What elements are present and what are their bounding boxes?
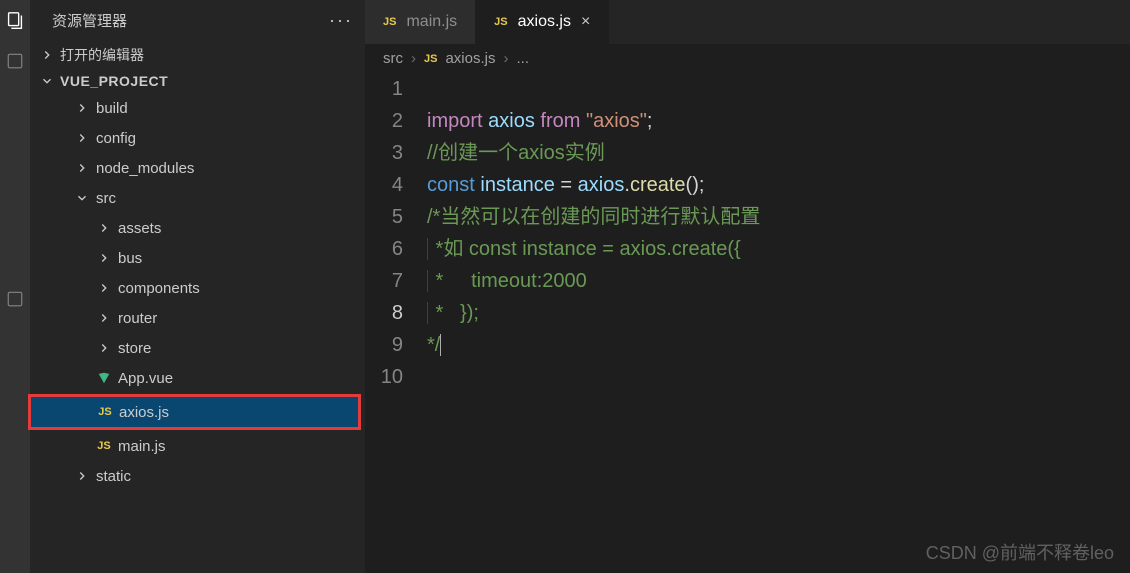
chevron-right-icon: › — [504, 50, 509, 67]
chevron-down-icon — [72, 191, 92, 205]
folder-item[interactable]: store — [30, 333, 365, 363]
folder-item[interactable]: assets — [30, 213, 365, 243]
line-number: 1 — [365, 73, 403, 105]
code-lines[interactable]: import axios from "axios"; //创建一个axios实例… — [427, 73, 1130, 457]
line-number: 8 — [365, 297, 403, 329]
code-editor[interactable]: 12345678910 import axios from "axios"; /… — [365, 73, 1130, 457]
tree-item-label: static — [96, 468, 131, 485]
line-number: 5 — [365, 201, 403, 233]
line-number: 4 — [365, 169, 403, 201]
highlight-box: JS axios.js — [28, 394, 361, 430]
chevron-right-icon — [94, 251, 114, 265]
line-number: 3 — [365, 137, 403, 169]
open-editors-label: 打开的编辑器 — [60, 45, 144, 65]
file-item[interactable]: JS axios.js — [31, 397, 358, 427]
breadcrumb-part: src — [383, 50, 403, 67]
js-icon: JS — [383, 16, 396, 28]
file-item[interactable]: App.vue — [30, 363, 365, 393]
chevron-right-icon — [72, 101, 92, 115]
tree-item-label: App.vue — [118, 370, 173, 387]
folder-item[interactable]: router — [30, 303, 365, 333]
folder-item[interactable]: config — [30, 123, 365, 153]
text-cursor — [440, 334, 447, 356]
tab-label: main.js — [406, 13, 457, 31]
folder-item[interactable]: node_modules — [30, 153, 365, 183]
close-icon[interactable]: × — [581, 13, 590, 31]
open-editors-section[interactable]: 打开的编辑器 — [30, 41, 365, 69]
activity-icon-3[interactable] — [6, 290, 24, 308]
activity-icon-2[interactable] — [6, 52, 24, 70]
sidebar-title: 资源管理器 — [52, 10, 127, 31]
project-section[interactable]: VUE_PROJECT — [30, 69, 365, 93]
folder-item[interactable]: components — [30, 273, 365, 303]
sidebar-header: 资源管理器 ··· — [30, 0, 365, 41]
folder-item[interactable]: build — [30, 93, 365, 123]
chevron-right-icon — [94, 281, 114, 295]
chevron-right-icon — [72, 131, 92, 145]
folder-item[interactable]: bus — [30, 243, 365, 273]
activity-bar — [0, 0, 30, 573]
breadcrumb[interactable]: src › JS axios.js › ... — [365, 44, 1130, 73]
line-number: 2 — [365, 105, 403, 137]
line-number: 7 — [365, 265, 403, 297]
js-icon: JS — [94, 440, 114, 452]
line-number-gutter: 12345678910 — [365, 73, 427, 457]
js-icon: JS — [494, 16, 507, 28]
more-actions-icon[interactable]: ··· — [329, 10, 353, 31]
chevron-right-icon: › — [411, 50, 416, 67]
folder-item[interactable]: src — [30, 183, 365, 213]
editor-area: JS main.js JS axios.js × src › JS axios.js ›… — [365, 0, 1130, 573]
tree-item-label: router — [118, 310, 157, 327]
tree-item-label: bus — [118, 250, 142, 267]
chevron-right-icon — [72, 469, 92, 483]
explorer-sidebar: 资源管理器 ··· 打开的编辑器 VUE_PROJECT build config… — [30, 0, 365, 573]
tree-item-label: src — [96, 190, 116, 207]
files-icon[interactable] — [4, 10, 26, 32]
tree-item-label: axios.js — [119, 404, 169, 421]
file-item[interactable]: JS main.js — [30, 431, 365, 461]
folder-item[interactable]: static — [30, 461, 365, 491]
line-number: 9 — [365, 329, 403, 361]
js-icon: JS — [424, 53, 437, 65]
chevron-down-icon — [40, 74, 54, 88]
watermark: CSDN @前端不释卷leo — [926, 539, 1114, 565]
chevron-right-icon — [72, 161, 92, 175]
tree-item-label: store — [118, 340, 151, 357]
tree-item-label: main.js — [118, 438, 166, 455]
file-tree: build config node_modulessrcassets bus compo… — [30, 93, 365, 491]
tree-item-label: build — [96, 100, 128, 117]
vue-icon — [94, 371, 114, 385]
breadcrumb-part: axios.js — [445, 50, 495, 67]
project-name: VUE_PROJECT — [60, 73, 168, 89]
breadcrumb-part: ... — [517, 50, 530, 67]
js-icon: JS — [95, 406, 115, 418]
editor-tab[interactable]: JS axios.js × — [476, 0, 609, 44]
line-number: 10 — [365, 361, 403, 393]
chevron-right-icon — [40, 48, 54, 62]
tab-label: axios.js — [518, 13, 571, 31]
tree-item-label: config — [96, 130, 136, 147]
chevron-right-icon — [94, 221, 114, 235]
tree-item-label: components — [118, 280, 200, 297]
line-number: 6 — [365, 233, 403, 265]
tree-item-label: assets — [118, 220, 161, 237]
chevron-right-icon — [94, 311, 114, 325]
editor-tab[interactable]: JS main.js — [365, 0, 476, 44]
tab-bar: JS main.js JS axios.js × — [365, 0, 1130, 44]
chevron-right-icon — [94, 341, 114, 355]
tree-item-label: node_modules — [96, 160, 194, 177]
